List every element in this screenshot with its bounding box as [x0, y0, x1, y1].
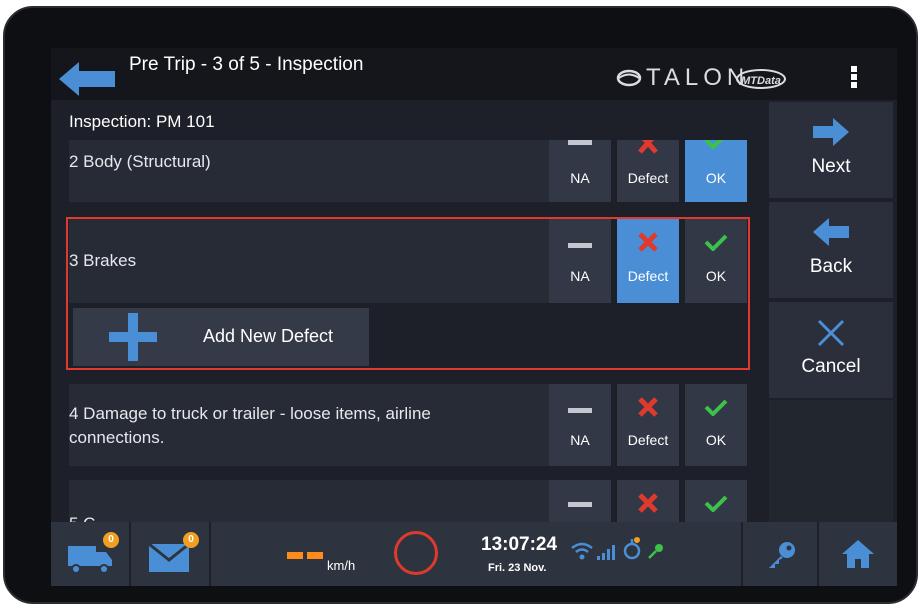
arrow-left-icon [813, 218, 849, 246]
na-button[interactable]: NA [549, 384, 611, 466]
cancel-button[interactable]: Cancel [769, 302, 893, 398]
na-button[interactable]: NA [549, 140, 611, 202]
x-mark-icon [638, 140, 658, 154]
talon-logo: TALON [616, 64, 749, 92]
inspection-subtitle: Inspection: PM 101 [69, 112, 215, 131]
kebab-menu-icon[interactable] [851, 66, 859, 92]
x-mark-icon [638, 397, 658, 417]
truck-badge: 0 [103, 532, 119, 548]
ok-label: OK [705, 432, 727, 448]
defect-button[interactable] [617, 480, 679, 522]
defect-button[interactable]: Defect [617, 140, 679, 202]
item-label: 5 C [69, 512, 95, 522]
close-icon [817, 319, 845, 347]
ok-label: OK [705, 170, 727, 186]
clock-date: Fri. 23 Nov. [488, 562, 547, 574]
speed-display: km/h 13:07:24 Fri. 23 Nov. [211, 522, 741, 586]
ok-button[interactable]: OK [685, 140, 747, 202]
back-arrow-icon[interactable] [59, 62, 115, 96]
dash-icon [568, 502, 592, 507]
x-mark-icon [638, 493, 658, 513]
clock-time: 13:07:24 [481, 534, 558, 555]
list-item: 2 Body (Structural) [69, 140, 549, 202]
mtdata-logo: MTData [736, 69, 786, 89]
app-screen: Pre Trip - 3 of 5 - Inspection TALON MTD… [51, 48, 897, 586]
messages-button[interactable]: 0 [131, 522, 211, 586]
check-mark-icon [704, 399, 728, 416]
check-mark-icon [704, 140, 724, 150]
defect-label: Defect [627, 170, 669, 186]
truck-status-button[interactable]: 0 [51, 522, 131, 586]
gps-icon [623, 537, 641, 560]
home-icon [842, 540, 874, 568]
dash-icon [568, 408, 592, 413]
add-new-defect-button[interactable]: Add New Defect [73, 308, 369, 366]
na-button[interactable] [549, 480, 611, 522]
key-icon [769, 542, 795, 568]
key-status-icon [648, 544, 663, 559]
home-button[interactable] [819, 522, 897, 586]
item-label: 2 Body (Structural) [69, 152, 211, 171]
ok-button[interactable]: OK [685, 384, 747, 466]
speed-unit: km/h [327, 558, 356, 573]
list-item: 4 Damage to truck or trailer - loose ite… [69, 384, 549, 466]
defect-button[interactable]: Defect [617, 384, 679, 466]
na-label: NA [570, 432, 590, 448]
wifi-icon [571, 542, 593, 560]
add-new-defect-label: Add New Defect [203, 326, 334, 346]
mail-icon [149, 544, 189, 572]
next-button[interactable]: Next [769, 102, 893, 198]
back-button[interactable]: Back [769, 202, 893, 298]
arrow-right-icon [813, 118, 849, 146]
plus-icon [109, 313, 157, 361]
nav-panel-fill [769, 400, 893, 522]
mail-badge: 0 [183, 532, 199, 548]
check-mark-icon [704, 495, 728, 512]
tablet-frame: Pre Trip - 3 of 5 - Inspection TALON MTD… [3, 6, 918, 604]
na-label: NA [570, 170, 590, 186]
signal-bars-icon [597, 545, 615, 560]
next-label: Next [811, 156, 851, 177]
page-title: Pre Trip - 3 of 5 - Inspection [129, 54, 364, 75]
speed-dash [307, 552, 323, 559]
truck-icon [68, 546, 112, 574]
ok-button[interactable] [685, 480, 747, 522]
header-bar: Pre Trip - 3 of 5 - Inspection TALON MTD… [51, 48, 897, 100]
brand-name: TALON [646, 64, 750, 91]
talon-swirl-icon [616, 69, 642, 87]
speed-dash [287, 552, 303, 559]
dash-icon [568, 140, 592, 145]
status-bar: 0 0 km/h 13:07:24 Fri. 23 Nov. [51, 522, 897, 586]
cancel-label: Cancel [801, 356, 861, 377]
item-label: 4 Damage to truck or trailer - loose ite… [69, 404, 431, 447]
list-item: 5 C [69, 480, 549, 522]
back-label: Back [809, 256, 853, 277]
record-indicator-icon [394, 531, 438, 575]
defect-label: Defect [627, 432, 669, 448]
login-key-button[interactable] [741, 522, 819, 586]
